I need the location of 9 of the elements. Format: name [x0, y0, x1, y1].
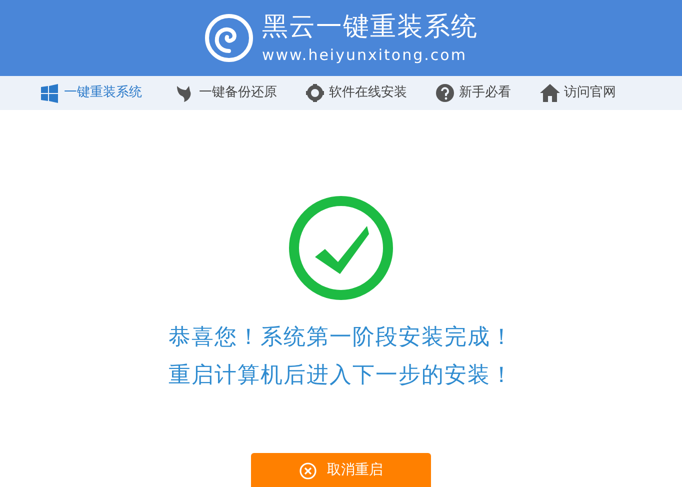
message-text: 重启计算机后进入下一步的安装！	[168, 362, 514, 390]
nav-tab[interactable]: 软件在线安装	[305, 83, 435, 103]
nav-tab[interactable]: 一键备份还原	[175, 83, 305, 103]
nav-tab[interactable]: 访问官网	[540, 83, 630, 103]
nav-tab[interactable]: 一键重装系统	[40, 83, 175, 103]
website-url: www.heiyunxitong.com	[262, 48, 468, 62]
message-text: 恭喜您！系统第一阶段安装完成！	[168, 324, 514, 352]
app-title: 黑云一键重装系统	[262, 14, 478, 40]
nav-tab[interactable]: 新手必看	[435, 83, 540, 103]
